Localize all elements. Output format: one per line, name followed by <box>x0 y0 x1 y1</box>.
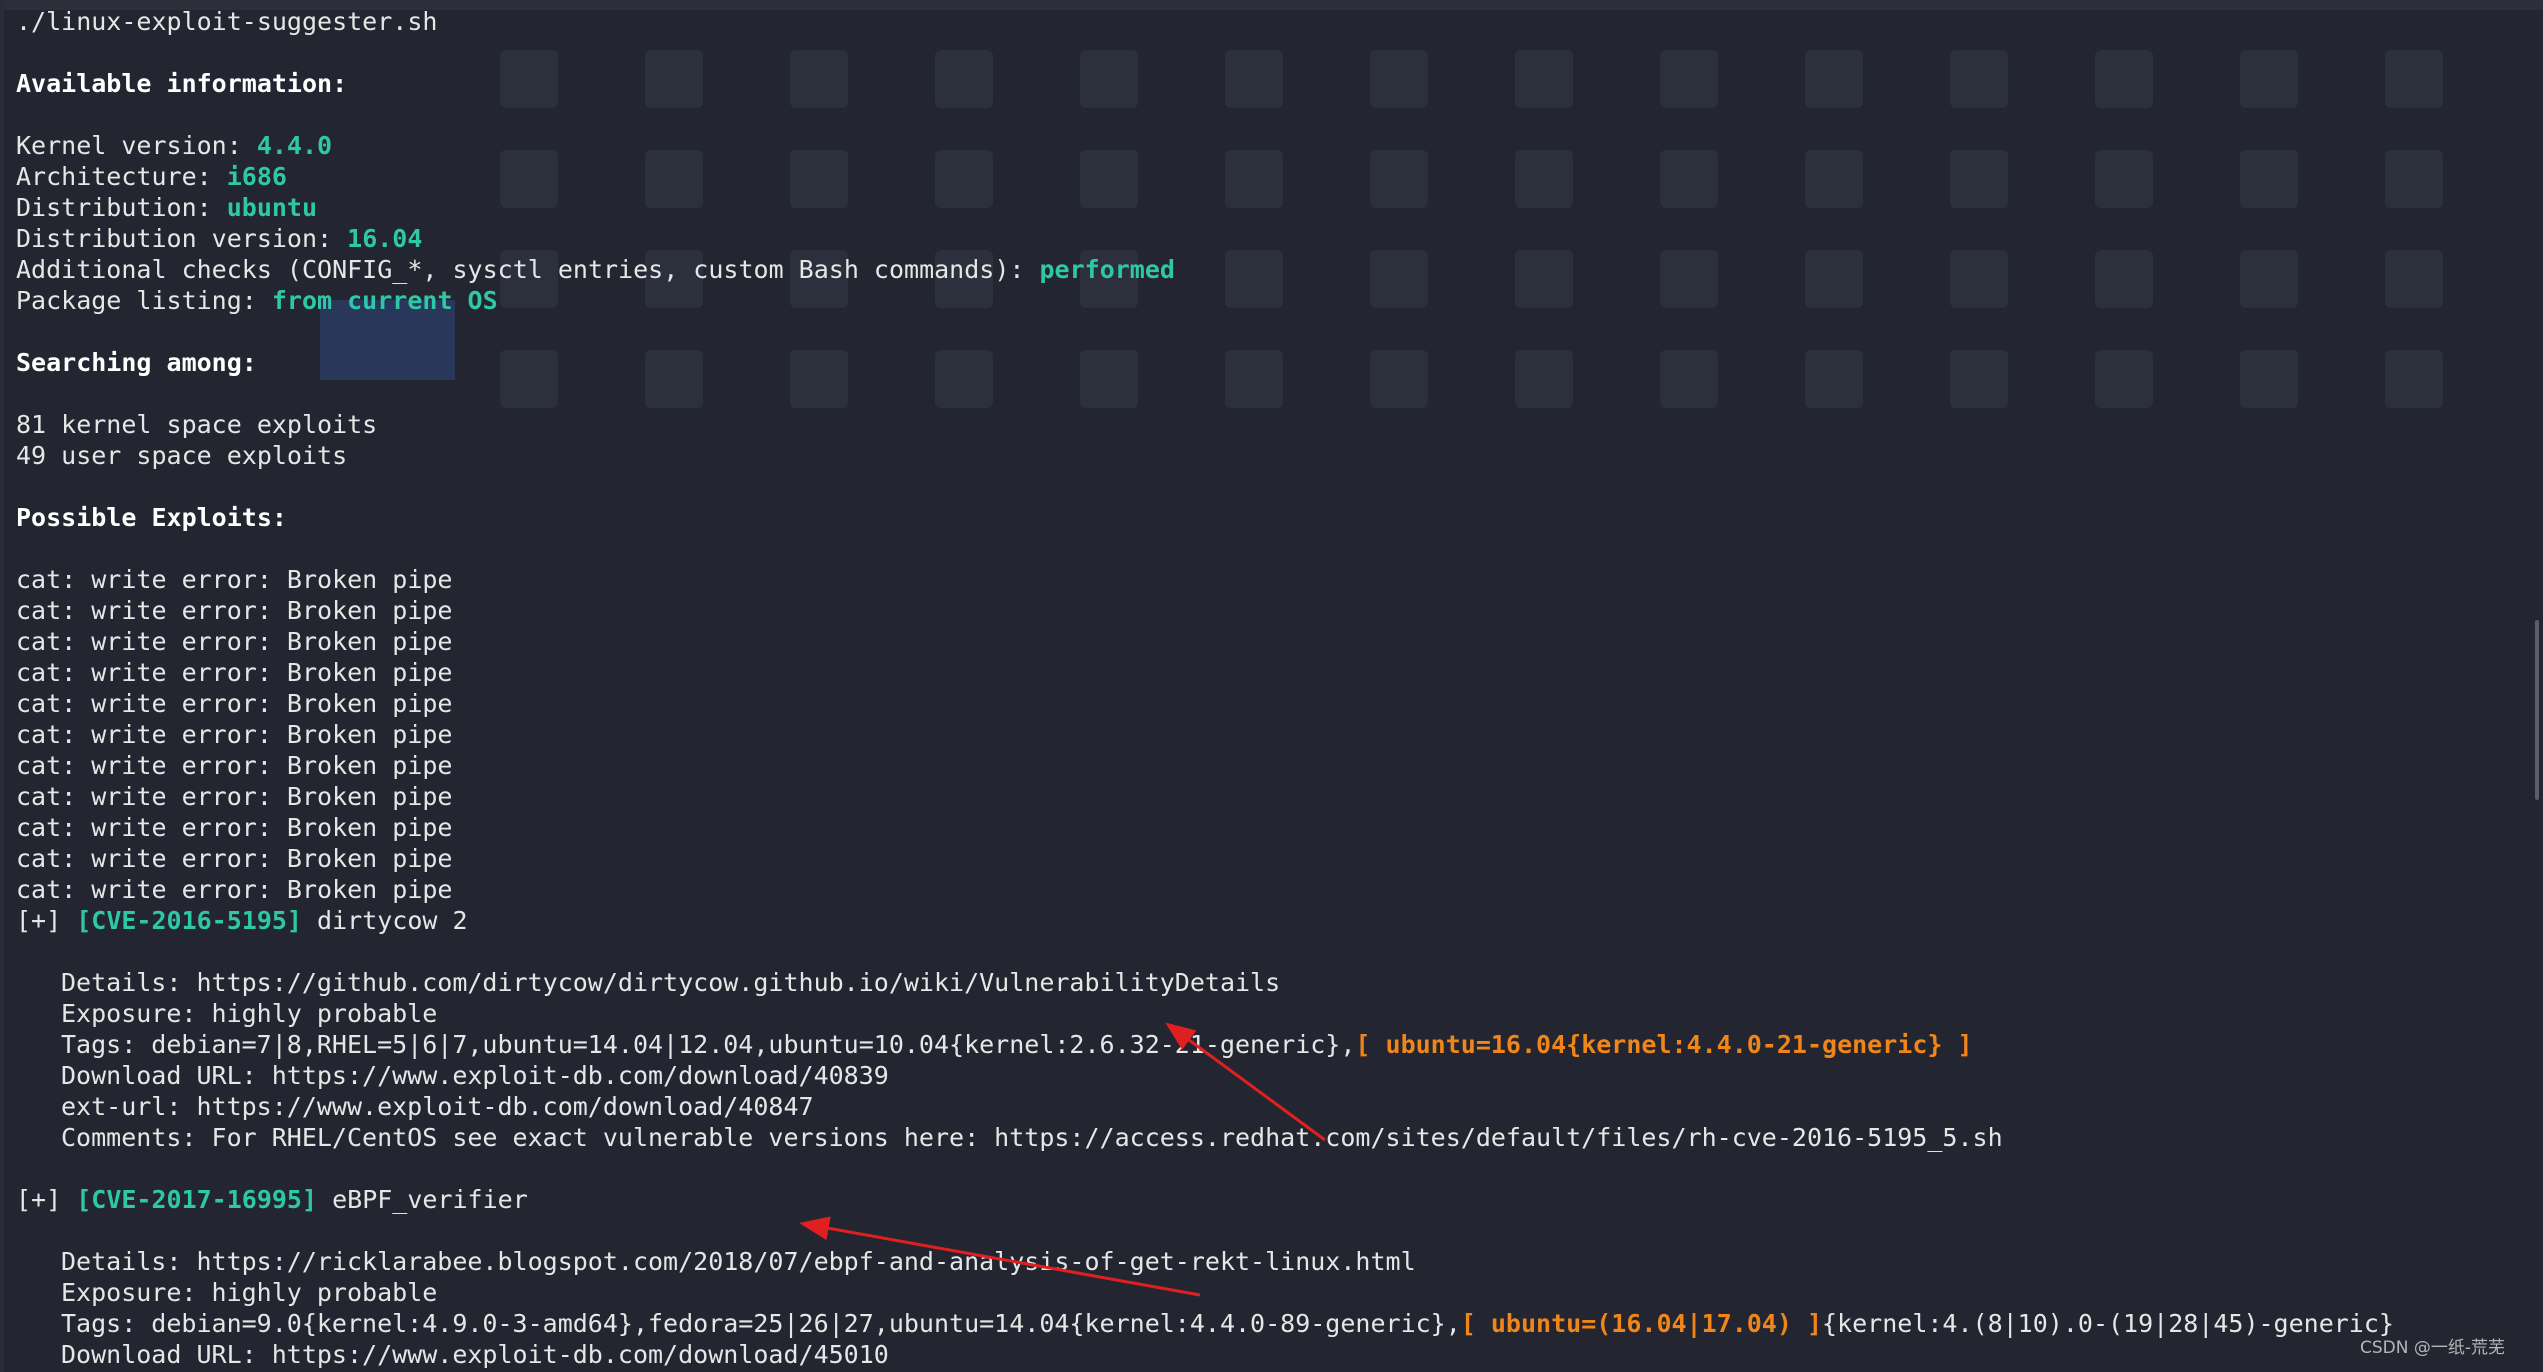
terminal-text-segment: i686 <box>226 162 287 191</box>
terminal-line: Searching among: <box>16 347 2516 378</box>
terminal-line: cat: write error: Broken pipe <box>16 657 2516 688</box>
terminal-line: cat: write error: Broken pipe <box>16 874 2516 905</box>
terminal-line: cat: write error: Broken pipe <box>16 595 2516 626</box>
terminal-line: Download URL: https://www.exploit-db.com… <box>16 1060 2516 1091</box>
terminal-text-segment: eBPF_verifier <box>317 1185 528 1214</box>
terminal-text-segment: 4.4.0 <box>256 131 333 160</box>
terminal-text-segment: cat: write error: Broken pipe <box>16 565 453 594</box>
terminal-line: cat: write error: Broken pipe <box>16 626 2516 657</box>
terminal-text-segment: Available information: <box>16 69 348 98</box>
terminal-line: Architecture: i686 <box>16 161 2516 192</box>
terminal-line: Download URL: https://www.exploit-db.com… <box>16 1339 2516 1370</box>
terminal-text-segment: [ ubuntu=(16.04|17.04) ] <box>1460 1309 1823 1338</box>
terminal-text-segment: [+] <box>16 906 77 935</box>
terminal-line: 49 user space exploits <box>16 440 2516 471</box>
terminal-text-segment: Possible Exploits: <box>16 503 287 532</box>
terminal-text-segment: cat: write error: Broken pipe <box>16 689 453 718</box>
terminal-line: Details: https://github.com/dirtycow/dir… <box>16 967 2516 998</box>
terminal-text-segment: cat: write error: Broken pipe <box>16 875 453 904</box>
terminal-text-segment: Exposure: highly probable <box>61 1278 438 1307</box>
terminal-line: cat: write error: Broken pipe <box>16 719 2516 750</box>
terminal-line: Distribution: ubuntu <box>16 192 2516 223</box>
terminal-text-segment: Comments: For RHEL/CentOS see exact vuln… <box>61 1123 2003 1152</box>
terminal-text-segment: dirtycow 2 <box>302 906 468 935</box>
terminal-text-segment: ./linux-exploit-suggester.sh <box>16 7 438 36</box>
terminal-text-segment: cat: write error: Broken pipe <box>16 720 453 749</box>
terminal-text-segment: Distribution: <box>16 193 227 222</box>
terminal-line: Details: https://ricklarabee.blogspot.co… <box>16 1246 2516 1277</box>
window-left-edge <box>0 0 4 1372</box>
terminal-text-segment: Download URL: https://www.exploit-db.com… <box>61 1340 889 1369</box>
terminal-text-segment: 81 kernel space exploits <box>16 410 378 439</box>
terminal-line: Package listing: from current OS <box>16 285 2516 316</box>
terminal-line: cat: write error: Broken pipe <box>16 750 2516 781</box>
terminal-text-segment: Tags: debian=9.0{kernel:4.9.0-3-amd64},f… <box>61 1309 1461 1338</box>
terminal-line: Kernel version: 4.4.0 <box>16 130 2516 161</box>
terminal-text-segment: [CVE-2016-5195] <box>76 906 302 935</box>
terminal-text-segment: Tags: debian=7|8,RHEL=5|6|7,ubuntu=14.04… <box>61 1030 1356 1059</box>
terminal-text-segment: Additional checks (CONFIG_*, sysctl entr… <box>16 255 1040 284</box>
terminal-text-segment: Download URL: https://www.exploit-db.com… <box>61 1061 889 1090</box>
terminal-output[interactable]: ./linux-exploit-suggester.sh Available in… <box>16 6 2516 1370</box>
terminal-text-segment: Package listing: <box>16 286 272 315</box>
terminal-line: Tags: debian=7|8,RHEL=5|6|7,ubuntu=14.04… <box>16 1029 2516 1060</box>
terminal-line: Comments: For RHEL/CentOS see exact vuln… <box>16 1122 2516 1153</box>
terminal-line: [+] [CVE-2016-5195] dirtycow 2 <box>16 905 2516 936</box>
terminal-line: [+] [CVE-2017-16995] eBPF_verifier <box>16 1184 2516 1215</box>
terminal-text-segment: Details: https://ricklarabee.blogspot.co… <box>61 1247 1416 1276</box>
terminal-text-segment: cat: write error: Broken pipe <box>16 658 453 687</box>
terminal-line: ./linux-exploit-suggester.sh <box>16 6 2516 37</box>
terminal-line: 81 kernel space exploits <box>16 409 2516 440</box>
terminal-text-segment: cat: write error: Broken pipe <box>16 596 453 625</box>
terminal-text-segment: performed <box>1039 255 1175 284</box>
terminal-line: cat: write error: Broken pipe <box>16 564 2516 595</box>
csdn-watermark: CSDN @一纸-荒芜 <box>2359 1338 2505 1358</box>
terminal-line: cat: write error: Broken pipe <box>16 688 2516 719</box>
terminal-text-segment: Architecture: <box>16 162 227 191</box>
terminal-text-segment: {kernel:4.(8|10).0-(19|28|45)-generic} <box>1822 1309 2394 1338</box>
terminal-text-segment: cat: write error: Broken pipe <box>16 751 453 780</box>
terminal-text-segment: Exposure: highly probable <box>61 999 438 1028</box>
terminal-text-segment: ubuntu <box>226 193 318 222</box>
terminal-line: Distribution version: 16.04 <box>16 223 2516 254</box>
terminal-line: Available information: <box>16 68 2516 99</box>
terminal-text-segment: [ ubuntu=16.04{kernel:4.4.0-21-generic} … <box>1355 1030 1973 1059</box>
terminal-line: cat: write error: Broken pipe <box>16 781 2516 812</box>
terminal-line: Exposure: highly probable <box>16 1277 2516 1308</box>
terminal-text-segment: cat: write error: Broken pipe <box>16 844 453 873</box>
terminal-line: Possible Exploits: <box>16 502 2516 533</box>
terminal-text-segment: cat: write error: Broken pipe <box>16 627 453 656</box>
terminal-text-segment: 16.04 <box>347 224 423 253</box>
terminal-line: Additional checks (CONFIG_*, sysctl entr… <box>16 254 2516 285</box>
terminal-line: cat: write error: Broken pipe <box>16 843 2516 874</box>
terminal-text-segment: Details: https://github.com/dirtycow/dir… <box>61 968 1281 997</box>
terminal-text-segment: Kernel version: <box>16 131 257 160</box>
terminal-text-segment: Searching among: <box>16 348 257 377</box>
terminal-text-segment: cat: write error: Broken pipe <box>16 782 453 811</box>
terminal-text-segment: [+] <box>16 1185 77 1214</box>
terminal-text-segment: Distribution version: <box>16 224 348 253</box>
terminal-line: ext-url: https://www.exploit-db.com/down… <box>16 1091 2516 1122</box>
terminal-text-segment: [CVE-2017-16995] <box>76 1185 318 1214</box>
terminal-line: Exposure: highly probable <box>16 998 2516 1029</box>
terminal-line: cat: write error: Broken pipe <box>16 812 2516 843</box>
terminal-text-segment: 49 user space exploits <box>16 441 348 470</box>
terminal-text-segment: cat: write error: Broken pipe <box>16 813 453 842</box>
terminal-text-segment: ext-url: https://www.exploit-db.com/down… <box>61 1092 814 1121</box>
terminal-line: Tags: debian=9.0{kernel:4.9.0-3-amd64},f… <box>16 1308 2516 1339</box>
terminal-text-segment: from current OS <box>271 286 498 315</box>
scrollbar-thumb[interactable] <box>2535 620 2539 800</box>
